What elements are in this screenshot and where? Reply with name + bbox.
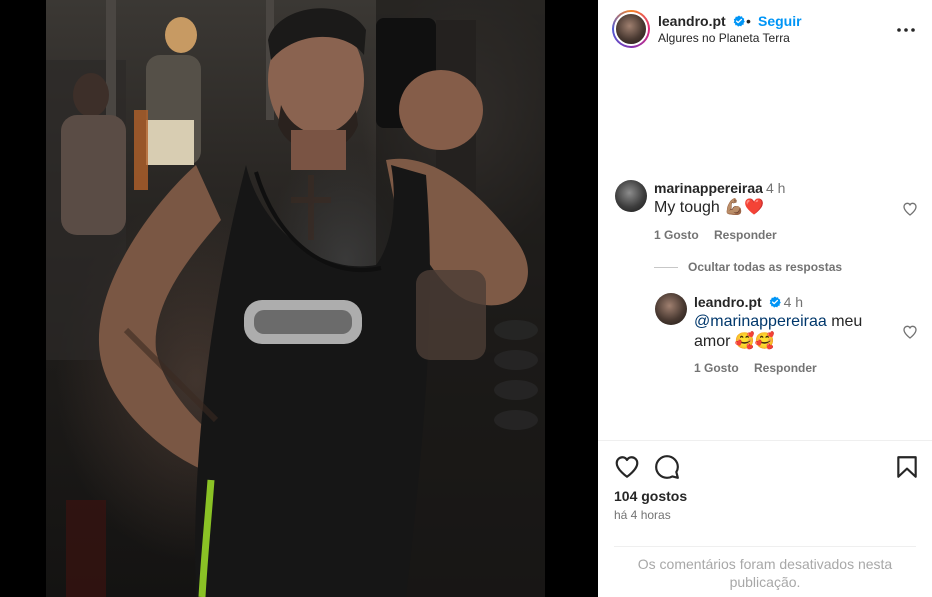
verified-badge-icon (769, 296, 781, 308)
author-avatar[interactable] (614, 12, 648, 46)
comments-list[interactable]: marinappereiraa 4 h My tough 💪🏽❤️ 1 Gosto… (598, 62, 932, 440)
bookmark-icon[interactable] (894, 454, 920, 480)
comment-header: marinappereiraa 4 h (654, 180, 785, 196)
reply-author-avatar[interactable] (655, 293, 687, 325)
comment-like-heart-icon[interactable] (902, 201, 918, 217)
comment-text: My tough 💪🏽❤️ (654, 199, 765, 216)
reply-header: leandro.pt 4 h (694, 294, 803, 310)
reply-mention-link[interactable]: @marinappereiraa (694, 313, 827, 330)
reply-like-heart-icon[interactable] (902, 324, 918, 340)
comments-divider (614, 546, 916, 547)
reply-reply-button[interactable]: Responder (754, 361, 817, 375)
verified-badge-icon (733, 15, 745, 27)
post-location[interactable]: Algures no Planeta Terra (658, 31, 790, 45)
comments-disabled-notice: Os comentários foram desativados nesta p… (637, 556, 893, 590)
comment-time[interactable]: 4 h (766, 180, 785, 196)
post-photo[interactable] (46, 0, 545, 597)
comment-likes-count[interactable]: 1 Gosto (654, 228, 699, 242)
reply-text-rest: meu (826, 313, 863, 330)
commenter-avatar[interactable] (615, 180, 647, 212)
post-timestamp[interactable]: há 4 horas (614, 508, 671, 522)
header-separator: • (746, 13, 751, 29)
reply-text-line-1: @marinappereiraa meu (694, 312, 862, 332)
comment-meta: 1 Gosto Responder (654, 228, 777, 242)
comment-bubble-icon[interactable] (654, 454, 680, 480)
hide-replies-label[interactable]: Ocultar todas as respostas (688, 260, 842, 274)
reply-likes-count[interactable]: 1 Gosto (694, 361, 739, 375)
author-username-row[interactable]: leandro.pt (658, 13, 745, 29)
photo-pane (0, 0, 598, 597)
actions-divider (598, 440, 932, 441)
reply-meta: 1 Gosto Responder (694, 361, 817, 375)
author-username[interactable]: leandro.pt (658, 13, 726, 29)
comment-reply-button[interactable]: Responder (714, 228, 777, 242)
reply-time[interactable]: 4 h (784, 294, 803, 310)
heart-outline-icon[interactable] (614, 454, 640, 480)
hide-replies-line (654, 267, 678, 269)
commenter-username[interactable]: marinappereiraa (654, 180, 763, 196)
likes-count[interactable]: 104 gostos (614, 488, 687, 504)
hide-replies-toggle[interactable]: Ocultar todas as respostas (654, 260, 842, 274)
follow-button[interactable]: Seguir (758, 13, 802, 29)
reply-username[interactable]: leandro.pt (694, 294, 762, 310)
post-side-panel: leandro.pt • Seguir Algures no Planeta T… (598, 0, 932, 597)
reply-text-line-2: amor 🥰🥰 (694, 333, 775, 350)
more-options-icon[interactable] (896, 20, 916, 40)
post-header: leandro.pt • Seguir Algures no Planeta T… (598, 0, 932, 62)
photo-illustration (46, 0, 545, 597)
author-avatar-story-ring[interactable] (612, 10, 650, 48)
